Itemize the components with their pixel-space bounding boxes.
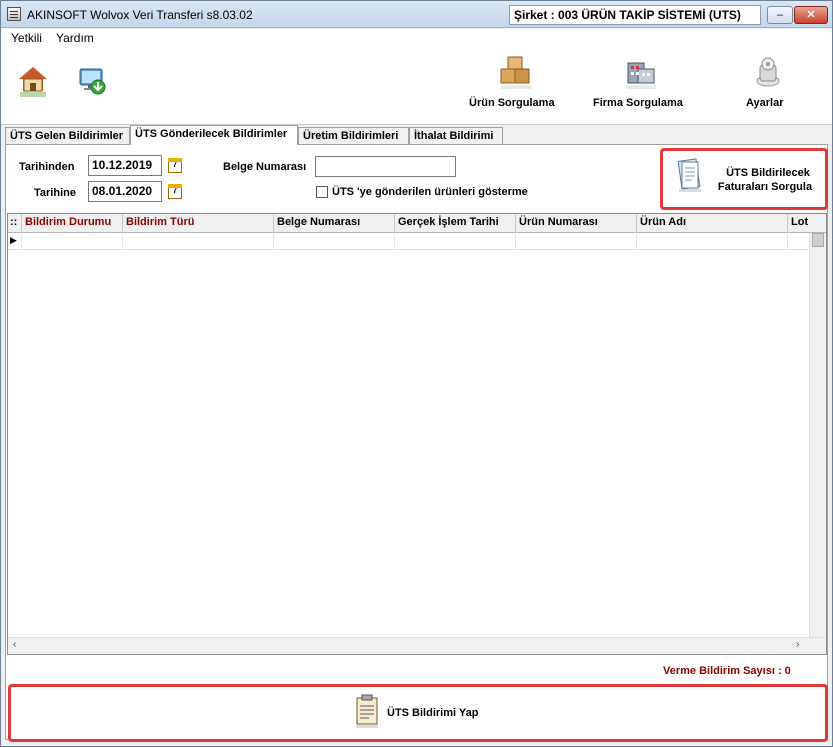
app-icon	[7, 7, 21, 21]
show-sent-checkbox[interactable]	[316, 186, 328, 198]
horizontal-scrollbar[interactable]: ‹ ›	[8, 637, 826, 654]
tab-incoming[interactable]: ÜTS Gelen Bildirimler	[5, 127, 130, 145]
tab-bar: ÜTS Gelen Bildirimler ÜTS Gönderilecek B…	[1, 125, 832, 145]
date-to-label: Tarihine	[34, 187, 76, 199]
query-invoices-button[interactable]: ÜTS Bildirilecek Faturaları Sorgula	[660, 148, 828, 210]
col-lot[interactable]: Lot	[788, 214, 826, 233]
menu-yardim[interactable]: Yardım	[56, 31, 94, 45]
send-notification-button[interactable]: ÜTS Bildirimi Yap	[8, 684, 828, 742]
table-cell[interactable]	[395, 233, 516, 250]
connection-icon[interactable]	[78, 67, 108, 104]
menu-bar: Yetkili Yardım	[1, 29, 832, 47]
col-notification-status[interactable]: Bildirim Durumu	[22, 214, 123, 233]
minimize-button[interactable]: –	[767, 6, 793, 24]
product-boxes-icon[interactable]	[499, 55, 533, 94]
show-sent-label: ÜTS 'ye gönderilen ürünleri gösterme	[332, 186, 528, 198]
tab-production[interactable]: Üretim Bildirimleri	[298, 127, 409, 145]
grid-indicator: ::	[8, 214, 22, 233]
tab-outgoing[interactable]: ÜTS Gönderilecek Bildirimler	[130, 125, 298, 145]
settings-gear-icon[interactable]	[753, 55, 783, 94]
menu-yetkili[interactable]: Yetkili	[11, 31, 42, 45]
doc-number-input[interactable]	[315, 156, 456, 177]
date-from-field[interactable]: 10.12.2019	[88, 155, 162, 176]
doc-number-label: Belge Numarası	[223, 161, 307, 173]
document-icon	[676, 158, 702, 197]
query-button-line1: ÜTS Bildirilecek	[726, 167, 810, 179]
scroll-right-arrow[interactable]: ›	[796, 639, 799, 650]
vertical-scrollbar[interactable]	[809, 233, 826, 638]
scroll-thumb[interactable]	[812, 233, 824, 247]
col-product-number[interactable]: Ürün Numarası	[516, 214, 637, 233]
company-building-icon[interactable]	[624, 55, 658, 94]
row-marker: ▶	[8, 233, 22, 250]
calendar-icon[interactable]: 7	[168, 184, 182, 199]
col-notification-type[interactable]: Bildirim Türü	[123, 214, 274, 233]
col-product-name[interactable]: Ürün Adı	[637, 214, 788, 233]
date-from-label: Tarihinden	[19, 161, 75, 173]
date-to-field[interactable]: 08.01.2020	[88, 181, 162, 202]
home-icon[interactable]	[18, 65, 48, 102]
window-title: AKINSOFT Wolvox Veri Transferi s8.03.02	[27, 8, 253, 22]
app-window: AKINSOFT Wolvox Veri Transferi s8.03.02 …	[0, 0, 833, 747]
clipboard-icon	[355, 694, 379, 731]
product-query-button[interactable]: Ürün Sorgulama	[469, 97, 555, 109]
notification-count: Verme Bildirim Sayısı : 0	[663, 665, 791, 677]
tab-import[interactable]: İthalat Bildirimi	[409, 127, 503, 145]
query-button-line2: Faturaları Sorgula	[717, 181, 813, 193]
table-cell[interactable]	[22, 233, 123, 250]
send-button-label: ÜTS Bildirimi Yap	[387, 707, 479, 719]
settings-button[interactable]: Ayarlar	[746, 97, 784, 109]
table-cell[interactable]	[123, 233, 274, 250]
notification-grid[interactable]: :: Bildirim Durumu Bildirim Türü Belge N…	[7, 213, 827, 655]
col-actual-date[interactable]: Gerçek İşlem Tarihi	[395, 214, 516, 233]
table-cell[interactable]	[516, 233, 637, 250]
toolbar: Ürün Sorgulama Firma Sorgulama Ayarlar	[1, 47, 832, 125]
calendar-icon[interactable]: 7	[168, 158, 182, 173]
grid-header: :: Bildirim Durumu Bildirim Türü Belge N…	[8, 214, 826, 233]
close-button[interactable]: ✕	[794, 6, 828, 24]
title-bar: AKINSOFT Wolvox Veri Transferi s8.03.02 …	[1, 1, 832, 28]
company-query-button[interactable]: Firma Sorgulama	[593, 97, 683, 109]
table-row[interactable]: ▶	[8, 233, 808, 250]
col-doc-number[interactable]: Belge Numarası	[274, 214, 395, 233]
company-indicator: Şirket : 003 ÜRÜN TAKİP SİSTEMİ (UTS)	[509, 5, 761, 25]
table-cell[interactable]	[637, 233, 788, 250]
table-cell[interactable]	[274, 233, 395, 250]
scroll-left-arrow[interactable]: ‹	[13, 639, 16, 650]
